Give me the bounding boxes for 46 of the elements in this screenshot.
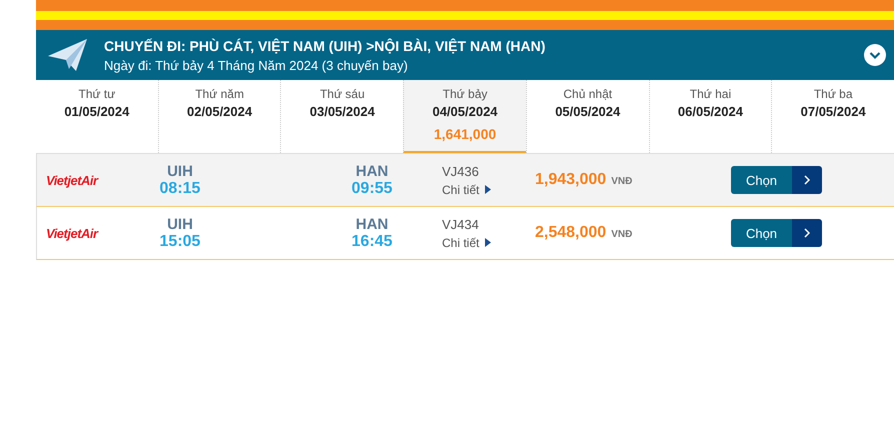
airport-code: HAN <box>356 162 388 180</box>
date-label: 03/05/2024 <box>310 104 375 119</box>
chevron-down-icon[interactable] <box>864 44 886 66</box>
departure-time: 15:05 <box>160 232 200 250</box>
date-label: 06/05/2024 <box>678 104 743 119</box>
chevron-right-icon <box>804 228 810 238</box>
date-label: 04/05/2024 <box>432 104 498 119</box>
airport-code: HAN <box>356 216 388 232</box>
arrival-time: 09:55 <box>352 180 392 198</box>
details-link[interactable]: Chi tiết <box>442 182 535 196</box>
departure-date: Ngày đi: Thứ bảy 4 Tháng Năm 2024 (3 chuyến bay) <box>104 58 409 72</box>
airline-logo: VietjetAir <box>46 226 100 240</box>
weekday-label: Chủ nhật <box>563 87 612 101</box>
weekday-label: Thứ tư <box>78 87 116 101</box>
date-label: 02/05/2024 <box>187 104 252 119</box>
weekday-label: Thứ hai <box>690 87 732 101</box>
weekday-label: Thứ ba <box>814 87 853 101</box>
airport-code: UIH <box>167 216 193 232</box>
paper-plane-icon <box>48 38 88 72</box>
date-tab[interactable]: Thứ năm 02/05/2024 <box>158 80 280 153</box>
chevron-right-icon <box>804 175 810 185</box>
details-link[interactable]: Chi tiết <box>442 236 535 250</box>
fare-price: 2,548,000 <box>535 224 606 242</box>
airline-logo: VietjetAir <box>46 172 100 188</box>
select-button[interactable]: Chọn <box>731 166 822 194</box>
date-label: 05/05/2024 <box>555 104 620 119</box>
currency-label: VNĐ <box>611 229 632 240</box>
airport-code: UIH <box>167 162 193 180</box>
lowest-price: 1,641,000 <box>434 126 496 142</box>
caret-right-icon <box>485 185 492 194</box>
arrival-time: 16:45 <box>352 232 392 250</box>
weekday-label: Thứ bảy <box>442 87 488 101</box>
weekday-label: Thứ sáu <box>320 87 365 101</box>
date-tab[interactable]: Thứ bảy 04/05/2024 1,641,000 <box>403 80 526 153</box>
departure-time: 08:15 <box>160 180 200 198</box>
route-title: CHUYẾN ĐI: PHÙ CÁT, VIỆT NAM (UIH) >NỘI BÀI, VIỆT NAM (HAN) <box>104 38 546 54</box>
date-label: 01/05/2024 <box>64 104 130 119</box>
currency-label: VNĐ <box>611 176 632 187</box>
flight-number: VJ436 <box>442 164 480 178</box>
select-button[interactable]: Chọn <box>731 219 822 247</box>
fare-price: 1,943,000 <box>535 171 606 189</box>
caret-right-icon <box>485 238 492 247</box>
flight-number: VJ434 <box>442 216 480 232</box>
weekday-label: Thứ năm <box>195 87 244 101</box>
date-tab[interactable]: Thứ hai 06/05/2024 <box>648 80 772 153</box>
date-label: 07/05/2024 <box>800 104 866 119</box>
